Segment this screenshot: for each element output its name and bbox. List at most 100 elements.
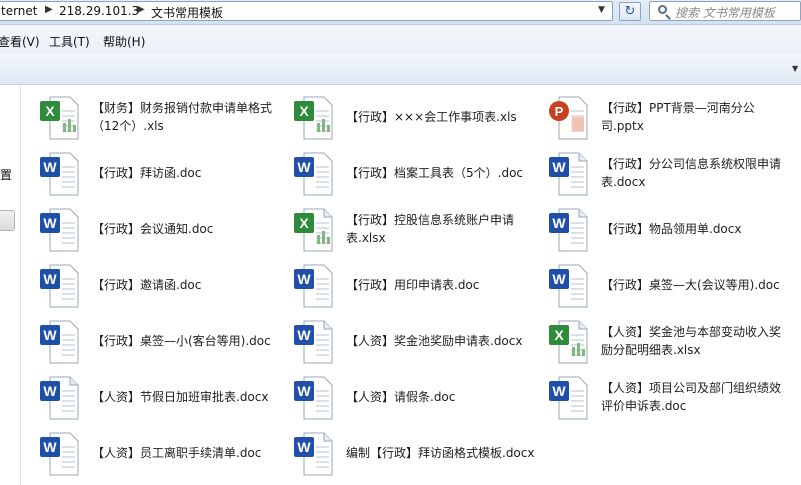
file-item[interactable]: W 【人资】员工离职手续清单.doc xyxy=(36,429,286,481)
file-item[interactable]: W 【行政】桌签—大(会议等用).doc xyxy=(545,261,795,313)
file-name-text: 【行政】桌签—大(会议等用).doc xyxy=(601,278,780,292)
svg-text:X: X xyxy=(45,103,55,119)
file-name: 【行政】桌签—大(会议等用).doc xyxy=(601,261,791,309)
file-item[interactable]: X 【财务】财务报销付款申请单格式（12个）.xls xyxy=(36,93,286,145)
file-name: 【行政】分公司信息系统权限申请表.docx xyxy=(601,149,791,197)
file-name: 【人资】奖金池与本部变动收入奖励分配明细表.xlsx xyxy=(601,317,791,365)
menu-tools[interactable]: 工具(T) xyxy=(49,33,90,50)
chevron-down-icon[interactable]: ▼ xyxy=(792,64,798,73)
file-name: 编制【行政】拜访函格式模板.docx xyxy=(346,429,536,477)
excel-file-icon: X xyxy=(545,317,593,365)
svg-text:W: W xyxy=(43,159,57,175)
word-file-icon: W xyxy=(290,373,338,421)
word-file-icon: W xyxy=(36,261,84,309)
svg-text:W: W xyxy=(552,159,566,175)
file-name: 【行政】邀请函.doc xyxy=(92,261,282,309)
file-name-text: 【人资】节假日加班审批表.docx xyxy=(92,390,269,404)
file-item[interactable]: X 【人资】奖金池与本部变动收入奖励分配明细表.xlsx xyxy=(545,317,795,369)
file-name: 【财务】财务报销付款申请单格式（12个）.xls xyxy=(92,93,282,141)
svg-text:X: X xyxy=(554,327,564,343)
breadcrumb-folder[interactable]: 文书常用模板 xyxy=(151,4,223,21)
file-item[interactable]: W 【行政】拜访函.doc xyxy=(36,149,286,201)
word-file-icon: W xyxy=(36,149,84,197)
file-name-text: 【行政】会议通知.doc xyxy=(92,222,214,236)
file-name-text: 【人资】员工离职手续清单.doc xyxy=(92,446,262,460)
excel-file-icon: X xyxy=(290,93,338,141)
file-name: 【行政】×××会工作事项表.xls xyxy=(346,93,536,141)
word-file-icon: W xyxy=(36,429,84,477)
search-box[interactable]: 搜索 文书常用模板 xyxy=(649,1,801,21)
file-item[interactable]: X 【行政】控股信息系统账户申请表.xlsx xyxy=(290,205,540,257)
file-item[interactable]: W 编制【行政】拜访函格式模板.docx xyxy=(290,429,540,481)
svg-text:W: W xyxy=(552,215,566,231)
svg-text:X: X xyxy=(299,215,309,231)
address-bar[interactable]: ternet ▶ 218.29.101.3 ▶ 文书常用模板 ▼ xyxy=(0,1,613,21)
breadcrumb-internet[interactable]: ternet xyxy=(1,4,38,18)
word-file-icon: W xyxy=(290,261,338,309)
svg-text:W: W xyxy=(43,271,57,287)
file-item[interactable]: W 【行政】用印申请表.doc xyxy=(290,261,540,313)
powerpoint-file-icon: P xyxy=(545,93,593,141)
file-name-text: 【人资】请假条.doc xyxy=(346,390,456,404)
svg-text:W: W xyxy=(297,327,311,343)
file-item[interactable]: P 【行政】PPT背景—河南分公司.pptx xyxy=(545,93,795,145)
file-name: 【行政】档案工具表（5个）.doc xyxy=(346,149,536,197)
file-item[interactable]: W 【人资】奖金池奖励申请表.docx xyxy=(290,317,540,369)
word-file-icon: W xyxy=(290,429,338,477)
file-name: 【人资】请假条.doc xyxy=(346,373,536,421)
svg-text:W: W xyxy=(297,271,311,287)
svg-text:W: W xyxy=(43,439,57,455)
search-placeholder: 搜索 文书常用模板 xyxy=(675,6,775,20)
file-name-text: 【行政】×××会工作事项表.xls xyxy=(346,110,517,124)
breadcrumb-separator-icon[interactable]: ▶ xyxy=(137,4,145,15)
breadcrumb-separator-icon[interactable]: ▶ xyxy=(45,4,53,15)
svg-text:W: W xyxy=(43,383,57,399)
file-item[interactable]: W 【行政】邀请函.doc xyxy=(36,261,286,313)
file-name: 【行政】拜访函.doc xyxy=(92,149,282,197)
file-name-text: 【行政】邀请函.doc xyxy=(92,278,202,292)
file-name: 【行政】物品领用单.docx xyxy=(601,205,791,253)
file-name: 【人资】节假日加班审批表.docx xyxy=(92,373,282,421)
word-file-icon: W xyxy=(290,317,338,365)
file-name: 【行政】会议通知.doc xyxy=(92,205,282,253)
file-name-text: 【人资】奖金池奖励申请表.docx xyxy=(346,334,523,348)
file-item[interactable]: W 【行政】档案工具表（5个）.doc xyxy=(290,149,540,201)
address-history-dropdown-icon[interactable]: ▼ xyxy=(598,5,605,15)
svg-text:W: W xyxy=(552,383,566,399)
word-file-icon: W xyxy=(545,373,593,421)
file-item[interactable]: W 【人资】节假日加班审批表.docx xyxy=(36,373,286,425)
file-name: 【人资】项目公司及部门组织绩效评价申诉表.doc xyxy=(601,373,791,421)
file-name-text: 【行政】物品领用单.docx xyxy=(601,222,742,236)
nav-pane-scroll-handle[interactable] xyxy=(0,210,15,231)
file-name-text: 【行政】PPT背景—河南分公司.pptx xyxy=(601,101,755,133)
file-item[interactable]: W 【人资】项目公司及部门组织绩效评价申诉表.doc xyxy=(545,373,795,425)
word-file-icon: W xyxy=(545,149,593,197)
file-item[interactable]: W 【行政】分公司信息系统权限申请表.docx xyxy=(545,149,795,201)
excel-file-icon: X xyxy=(290,205,338,253)
file-name: 【行政】用印申请表.doc xyxy=(346,261,536,309)
svg-text:W: W xyxy=(297,159,311,175)
file-item[interactable]: W 【行政】会议通知.doc xyxy=(36,205,286,257)
word-file-icon: W xyxy=(36,317,84,365)
file-item[interactable]: W 【行政】桌签—小(客台等用).doc xyxy=(36,317,286,369)
word-file-icon: W xyxy=(545,205,593,253)
svg-text:W: W xyxy=(43,215,57,231)
svg-text:P: P xyxy=(555,104,564,119)
nav-item-label[interactable]: 置 xyxy=(0,166,12,183)
word-file-icon: W xyxy=(36,373,84,421)
svg-text:W: W xyxy=(552,271,566,287)
menu-view[interactable]: 查看(V) xyxy=(0,33,40,50)
file-item[interactable]: W 【人资】请假条.doc xyxy=(290,373,540,425)
file-item[interactable]: W 【行政】物品领用单.docx xyxy=(545,205,795,257)
file-name-text: 【行政】拜访函.doc xyxy=(92,166,202,180)
refresh-button[interactable]: ↻ xyxy=(619,2,641,21)
word-file-icon: W xyxy=(290,149,338,197)
command-bar: ▼ xyxy=(0,53,801,85)
menu-help[interactable]: 帮助(H) xyxy=(103,33,145,50)
file-name-text: 【行政】桌签—小(客台等用).doc xyxy=(92,334,271,348)
breadcrumb-host[interactable]: 218.29.101.3 xyxy=(59,4,139,18)
file-name: 【行政】控股信息系统账户申请表.xlsx xyxy=(346,205,536,253)
file-name-text: 【行政】用印申请表.doc xyxy=(346,278,480,292)
refresh-icon: ↻ xyxy=(624,4,636,19)
file-item[interactable]: X 【行政】×××会工作事项表.xls xyxy=(290,93,540,145)
